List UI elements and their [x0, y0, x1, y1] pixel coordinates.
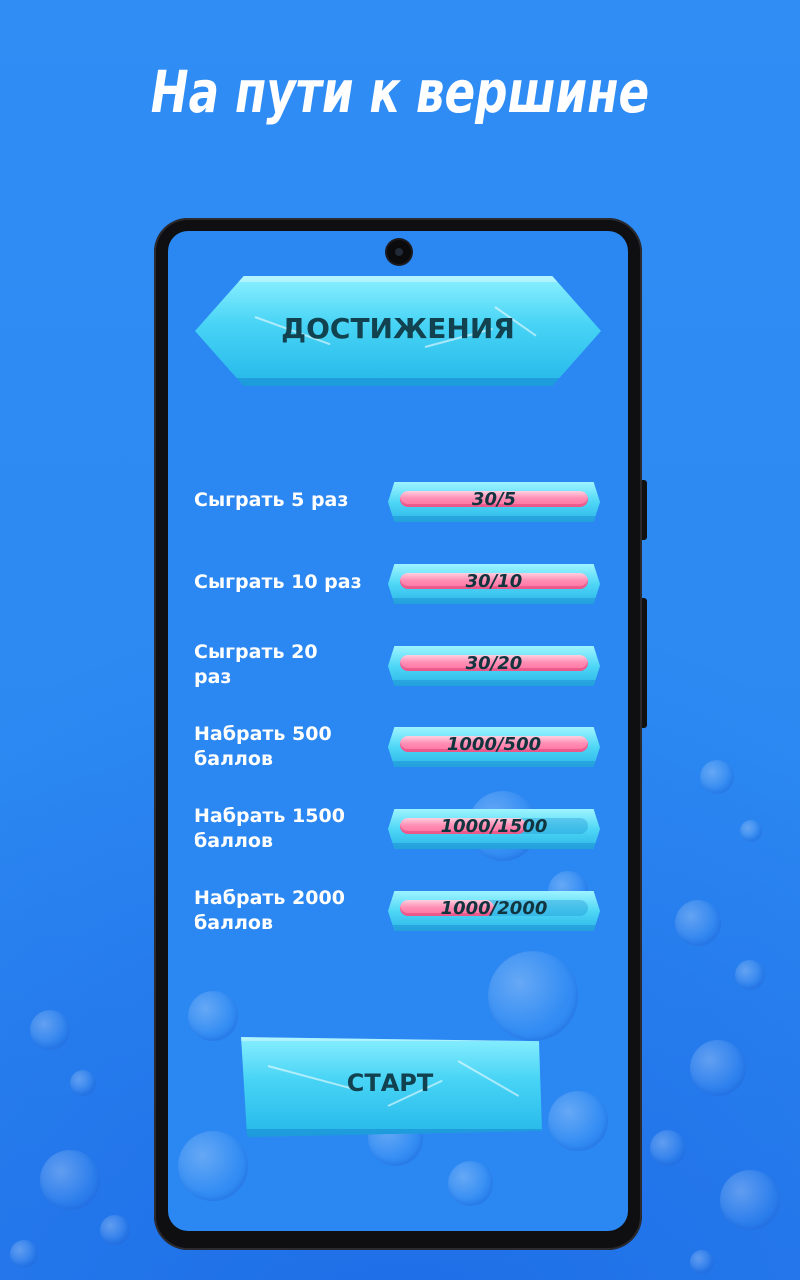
achievements-title: ДОСТИЖЕНИЯ: [281, 312, 515, 345]
progress-value: 1000/500: [446, 734, 542, 755]
progress-bar: 30/5: [388, 482, 600, 522]
achievement-label: Набрать 1500 баллов: [194, 805, 345, 852]
camera-icon: [387, 240, 411, 264]
progress-bar: 1000/1500: [388, 809, 600, 849]
start-button-label: СТАРТ: [346, 1069, 434, 1097]
progress-value: 1000/2000: [440, 898, 548, 919]
progress-value: 30/5: [471, 489, 517, 510]
start-button[interactable]: СТАРТ: [241, 1037, 542, 1137]
progress-bar: 30/10: [388, 564, 600, 604]
progress-bar: 30/20: [388, 646, 600, 686]
progress-bar: 1000/500: [388, 727, 600, 767]
progress-value: 30/10: [465, 571, 523, 592]
progress-bar: 1000/2000: [388, 891, 600, 931]
progress-value: 1000/1500: [440, 816, 548, 837]
progress-value: 30/20: [465, 653, 523, 674]
achievement-label: Набрать 2000 баллов: [194, 887, 345, 934]
achievement-label: Набрать 500 баллов: [194, 723, 332, 770]
page-headline: На пути к вершине: [150, 58, 650, 126]
achievement-label: Сыграть 20 раз: [194, 641, 318, 688]
achievement-label: Сыграть 5 раз: [194, 489, 349, 511]
achievement-label: Сыграть 10 раз: [194, 571, 362, 593]
